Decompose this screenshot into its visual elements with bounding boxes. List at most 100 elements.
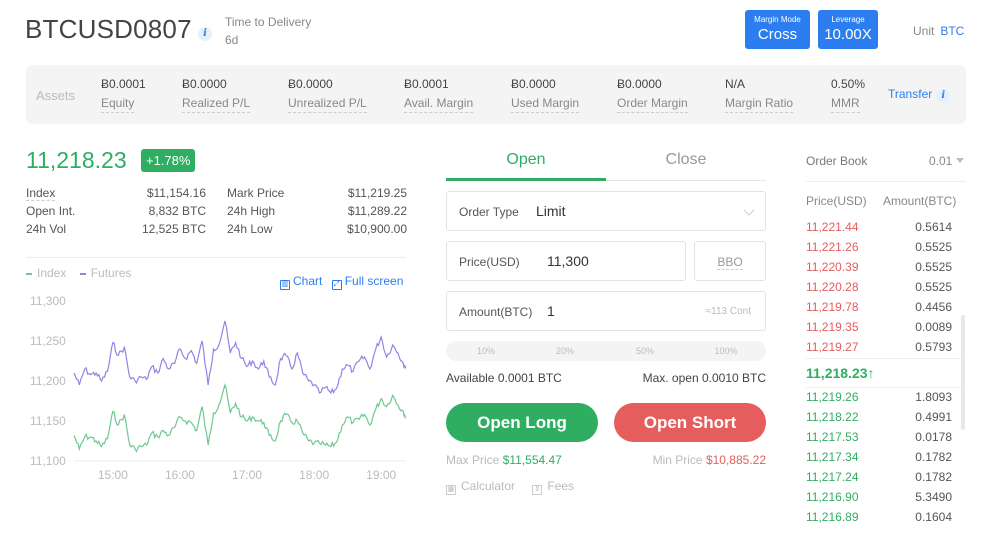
series-line-futures: [73, 320, 407, 395]
stat-label: Open Int.: [26, 204, 76, 218]
change-badge: +1.78%: [141, 149, 196, 172]
stat-24h-low: 24h Low $10,900.00: [227, 222, 407, 240]
min-price-label: Min Price: [652, 453, 703, 467]
percent-50[interactable]: 50%: [625, 346, 665, 356]
ask-amount: 0.4456: [915, 300, 952, 314]
y-tick-label: 11,200: [30, 374, 66, 388]
chart-links: ▥ Chart ⤢ Full screen: [280, 274, 409, 290]
fees-icon: ⇕: [532, 485, 543, 495]
asset-margin-ratio: N/A Margin Ratio: [725, 77, 794, 113]
asset-value: Ƀ0.0000: [511, 77, 556, 91]
legend-index[interactable]: Index: [26, 266, 66, 280]
open-long-button[interactable]: Open Long: [446, 403, 598, 442]
ask-price: 11,221.44: [806, 220, 859, 234]
asset-label[interactable]: MMR: [831, 96, 860, 113]
ask-row[interactable]: 11,220.39 0.5525: [806, 260, 952, 280]
candlestick-icon: ▥: [280, 280, 290, 290]
max-price: Max Price $11,554.47: [446, 453, 562, 467]
percent-10[interactable]: 10%: [466, 346, 506, 356]
precision-select[interactable]: 0.01: [929, 154, 965, 168]
asset-label[interactable]: Avail. Margin: [404, 96, 474, 113]
contract-symbol: BTCUSD0807: [25, 14, 192, 44]
tab-open[interactable]: Open: [446, 146, 606, 181]
amount-value[interactable]: 1: [547, 303, 555, 319]
price-chart[interactable]: 11,100 11,150 11,200 11,250 11,300 15:00 16:00…: [20, 290, 415, 495]
order-type-select[interactable]: Order Type Limit: [446, 191, 766, 231]
x-tick-label: 16:00: [165, 468, 195, 482]
asset-label[interactable]: Realized P/L: [182, 96, 251, 113]
bbo-button[interactable]: BBO: [694, 241, 766, 281]
asset-value: Ƀ0.0000: [617, 77, 662, 91]
info-icon[interactable]: i: [936, 89, 951, 103]
legend-swatch-futures: [79, 272, 86, 275]
ask-price: 11,220.39: [806, 260, 859, 274]
amount-label: Amount(BTC): [459, 305, 533, 319]
stat-label[interactable]: Index: [26, 186, 56, 201]
bid-price: 11,216.90: [806, 490, 859, 504]
asset-label[interactable]: Order Margin: [617, 96, 688, 113]
max-open: Max. open 0.0010 BTC: [642, 371, 766, 385]
bid-row[interactable]: 11,216.90 5.3490: [806, 490, 952, 510]
bid-row[interactable]: 11,219.26 1.8093: [806, 390, 952, 410]
legend-futures[interactable]: Futures: [79, 266, 132, 280]
leverage-button[interactable]: Leverage 10.00X: [818, 10, 878, 49]
asset-label[interactable]: Used Margin: [511, 96, 580, 113]
percent-20[interactable]: 20%: [545, 346, 585, 356]
legend-swatch-index: [26, 272, 32, 275]
asset-label[interactable]: Equity: [101, 96, 135, 113]
legend-label: Futures: [90, 266, 132, 280]
order-tabs: Open Close: [446, 146, 766, 181]
transfer-label[interactable]: Transfer: [888, 87, 932, 101]
stat-24h-high: 24h High $11,289.22: [227, 204, 407, 222]
ask-row[interactable]: 11,219.27 0.5793: [806, 340, 952, 360]
ask-price: 11,221.26: [806, 240, 859, 254]
bid-amount: 0.1782: [915, 450, 952, 464]
ask-price: 11,219.35: [806, 320, 859, 334]
asset-value: Ƀ0.0001: [404, 77, 449, 91]
chart-link[interactable]: ▥ Chart: [280, 274, 322, 290]
bid-price: 11,217.53: [806, 430, 859, 444]
bid-row[interactable]: 11,217.53 0.0178: [806, 430, 952, 450]
open-short-button[interactable]: Open Short: [614, 403, 766, 442]
order-book-scrollbar[interactable]: [961, 315, 965, 430]
fullscreen-link[interactable]: ⤢ Full screen: [331, 274, 404, 290]
stat-value: $11,219.25: [347, 186, 407, 200]
bid-row[interactable]: 11,217.24 0.1782: [806, 470, 952, 490]
unit-selector[interactable]: Unit BTC: [913, 24, 964, 38]
contracts-hint: ≈113 Cont: [705, 306, 751, 317]
fullscreen-link-label: Full screen: [344, 274, 404, 288]
asset-mmr: 0.50% MMR: [831, 77, 865, 113]
fees-link[interactable]: ⇕ Fees: [532, 479, 574, 495]
tab-close[interactable]: Close: [606, 146, 766, 181]
transfer-link[interactable]: Transfer i: [888, 87, 951, 103]
max-price-label: Max Price: [446, 453, 500, 467]
ask-row[interactable]: 11,221.44 0.5614: [806, 220, 952, 240]
percent-slider[interactable]: 10% 20% 50% 100%: [446, 341, 766, 361]
unit-value[interactable]: BTC: [940, 24, 964, 38]
percent-100[interactable]: 100%: [706, 346, 746, 356]
bid-row[interactable]: 11,217.34 0.1782: [806, 450, 952, 470]
asset-order-margin: Ƀ0.0000 Order Margin: [617, 77, 688, 113]
bid-row[interactable]: 11,218.22 0.4991: [806, 410, 952, 430]
margin-mode-button[interactable]: Margin Mode Cross: [745, 10, 810, 49]
stat-index: Index $11,154.16: [26, 186, 206, 204]
asset-label[interactable]: Margin Ratio: [725, 96, 794, 113]
stat-label: 24h Low: [227, 222, 273, 236]
stat-value: 12,525 BTC: [141, 222, 206, 236]
calculator-link[interactable]: ▦ Calculator: [446, 479, 515, 495]
price-value[interactable]: 11,300: [547, 253, 589, 269]
price-input[interactable]: Price(USD) 11,300: [446, 241, 686, 281]
ask-row[interactable]: 11,220.28 0.5525: [806, 280, 952, 300]
info-icon[interactable]: i: [198, 27, 212, 41]
assets-title: Assets: [36, 88, 76, 103]
amount-input[interactable]: Amount(BTC) 1 ≈113 Cont: [446, 291, 766, 331]
bid-row[interactable]: 11,216.89 0.1604: [806, 510, 952, 530]
asset-label[interactable]: Unrealized P/L: [288, 96, 367, 113]
divider: [806, 358, 962, 359]
order-book-title: Order Book: [806, 154, 868, 168]
assets-bar: Assets Ƀ0.0001 Equity Ƀ0.0000 Realized P…: [26, 65, 966, 124]
ask-row[interactable]: 11,219.35 0.0089: [806, 320, 952, 340]
ask-row[interactable]: 11,221.26 0.5525: [806, 240, 952, 260]
ask-amount: 0.5793: [915, 340, 952, 354]
ask-row[interactable]: 11,219.78 0.4456: [806, 300, 952, 320]
